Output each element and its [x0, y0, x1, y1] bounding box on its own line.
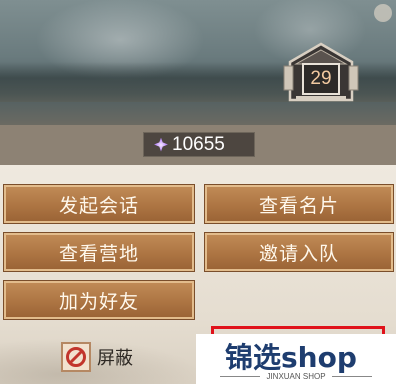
purple-gem-icon — [154, 137, 168, 152]
currency-value: 10655 — [172, 133, 225, 155]
watermark: 锦选shop JINXUAN SHOP — [196, 334, 396, 384]
profile-banner: 29 — [0, 0, 396, 125]
view-card-button[interactable]: 查看名片 — [205, 185, 393, 223]
block-checkbox[interactable] — [61, 342, 91, 372]
currency-display: 10655 — [143, 132, 255, 157]
watermark-subtitle: JINXUAN SHOP — [196, 372, 396, 381]
prohibited-icon — [66, 347, 86, 367]
banner-decoration — [374, 4, 392, 22]
info-bar: 10655 — [0, 125, 396, 165]
block-label: 屏蔽 — [97, 348, 133, 369]
watermark-logo: 锦选shop — [225, 341, 357, 374]
view-camp-button[interactable]: 查看营地 — [4, 233, 194, 271]
rank-level: 29 — [310, 68, 332, 89]
invite-team-button[interactable]: 邀请入队 — [205, 233, 393, 271]
rank-badge: 29 — [282, 42, 360, 104]
add-friend-button[interactable]: 加为好友 — [4, 281, 194, 319]
block-toggle[interactable]: 屏蔽 — [61, 340, 133, 374]
start-chat-button[interactable]: 发起会话 — [4, 185, 194, 223]
